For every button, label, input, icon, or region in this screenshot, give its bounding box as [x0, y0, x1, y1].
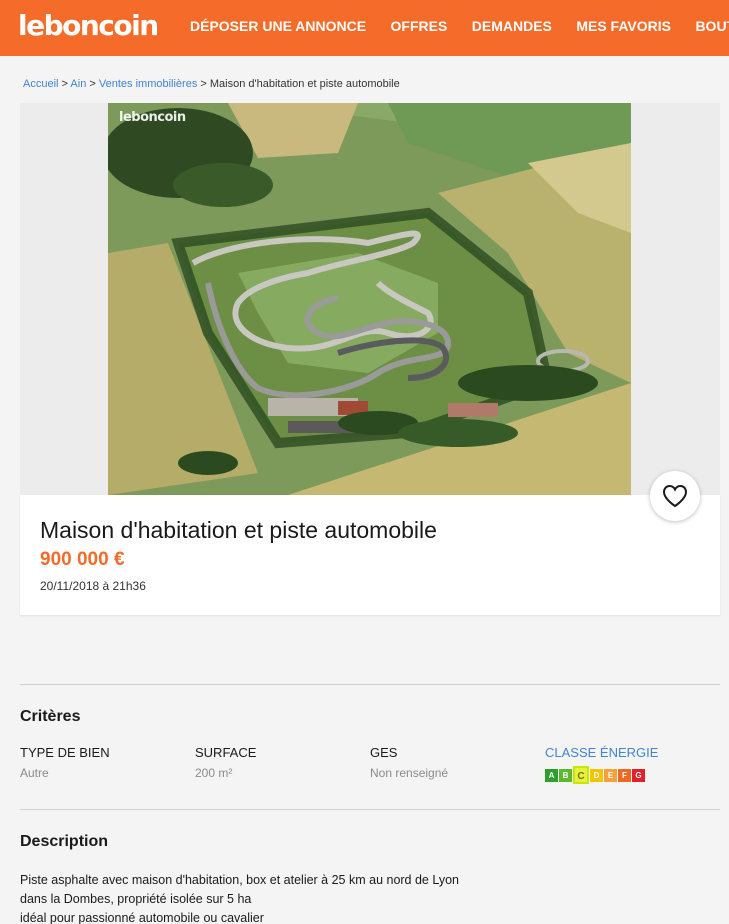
aerial-racetrack-image	[108, 103, 631, 495]
listing-photo[interactable]: leboncoin	[108, 103, 631, 495]
criterion-label-link[interactable]: CLASSE ÉNERGIE	[545, 745, 715, 760]
criterion-type-de-bien: TYPE DE BIEN Autre	[20, 745, 190, 780]
breadcrumb-ventes-immobilieres[interactable]: Ventes immobilières	[99, 78, 197, 90]
criterion-classe-energie: CLASSE ÉNERGIE A B C D E F G	[545, 745, 715, 784]
description-line: idéal pour passionné automobile ou caval…	[20, 911, 264, 924]
breadcrumb-separator: >	[200, 78, 207, 90]
divider	[20, 809, 720, 810]
criterion-value: 200 m²	[195, 766, 233, 780]
description-heading: Description	[20, 833, 109, 850]
nav-boutiques[interactable]: BOUTIQUES	[695, 18, 729, 34]
photo-gallery[interactable]: leboncoin	[20, 103, 720, 495]
listing-date: 20/11/2018 à 21h36	[40, 579, 146, 593]
breadcrumb-separator: >	[61, 78, 68, 90]
heart-icon	[662, 484, 688, 508]
listing-price: 900 000 €	[40, 549, 125, 570]
main-nav: DÉPOSER UNE ANNONCE OFFRES DEMANDES MES …	[190, 18, 729, 36]
breadcrumb: Accueil > Ain > Ventes immobilières > Ma…	[23, 78, 400, 90]
criterion-label: GES	[370, 745, 398, 760]
nav-demandes[interactable]: DEMANDES	[472, 18, 552, 34]
criterion-value: Autre	[20, 766, 49, 780]
description-line: dans la Dombes, propriété isolée sur 5 h…	[20, 892, 252, 906]
leboncoin-logo[interactable]: leboncoin	[18, 9, 159, 42]
listing-summary-card: Maison d'habitation et piste automobile …	[20, 495, 720, 615]
nav-mes-favoris[interactable]: MES FAVORIS	[576, 18, 671, 34]
criteria-heading: Critères	[20, 708, 81, 725]
criterion-label: SURFACE	[195, 745, 257, 760]
criterion-label: TYPE DE BIEN	[20, 745, 110, 760]
favorite-button[interactable]	[650, 471, 700, 521]
energy-class-d: D	[590, 768, 603, 782]
energy-class-g: G	[632, 768, 645, 782]
description-body: Piste asphalte avec maison d'habitation,…	[20, 871, 540, 924]
top-navigation-bar: leboncoin DÉPOSER UNE ANNONCE OFFRES DEM…	[0, 0, 729, 56]
breadcrumb-accueil[interactable]: Accueil	[23, 78, 58, 90]
breadcrumb-separator: >	[89, 78, 96, 90]
energy-class-b: B	[559, 768, 572, 782]
listing-title: Maison d'habitation et piste automobile	[40, 517, 437, 543]
description-line: Piste asphalte avec maison d'habitation,…	[20, 873, 460, 887]
photo-watermark: leboncoin	[119, 110, 186, 125]
divider	[20, 684, 720, 685]
breadcrumb-ain[interactable]: Ain	[70, 78, 86, 90]
energy-class-c: C	[573, 766, 589, 784]
breadcrumb-current: Maison d'habitation et piste automobile	[209, 78, 400, 90]
energy-class-a: A	[545, 768, 558, 782]
nav-offres[interactable]: OFFRES	[391, 18, 448, 34]
nav-deposer-annonce[interactable]: DÉPOSER UNE ANNONCE	[190, 18, 366, 34]
criterion-value: Non renseigné	[370, 766, 449, 780]
criterion-ges: GES Non renseigné	[370, 745, 540, 780]
energy-class-e: E	[604, 768, 617, 782]
criterion-surface: SURFACE 200 m²	[195, 745, 365, 780]
energy-class-scale: A B C D E F G	[545, 766, 715, 784]
energy-class-f: F	[618, 768, 631, 782]
